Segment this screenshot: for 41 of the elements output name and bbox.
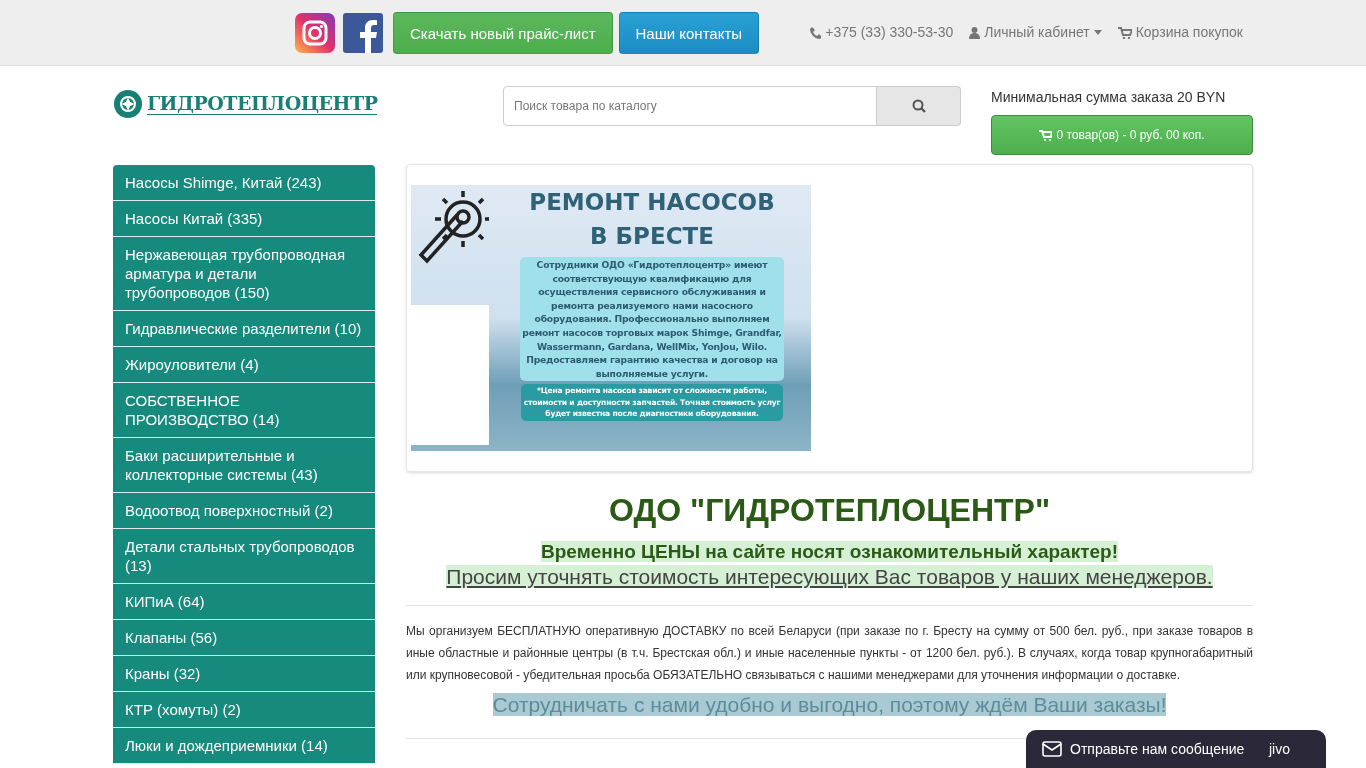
category-link[interactable]: Детали стальных трубопроводов (13): [113, 529, 375, 584]
category-link[interactable]: Краны (32): [113, 656, 375, 692]
category-link[interactable]: Баки расширительные и коллекторные системы (43): [113, 438, 375, 493]
facebook-icon[interactable]: [343, 12, 383, 53]
category-link[interactable]: Насосы Shimge, Китай (243): [113, 165, 375, 201]
category-link[interactable]: Жироуловители (4): [113, 347, 375, 383]
managers-link[interactable]: Просим уточнять стоимость интересующих Вас товаров у наших менеджеров.: [446, 565, 1213, 588]
search-icon: [911, 99, 926, 113]
category-link[interactable]: Гидравлические разделители (10): [113, 311, 375, 347]
category-link[interactable]: Насосы Китай (335): [113, 201, 375, 237]
phone-icon: [810, 26, 822, 39]
instagram-icon[interactable]: [295, 12, 335, 53]
caret-icon: [1093, 30, 1102, 35]
cart-icon: [1039, 129, 1053, 141]
price-list-button[interactable]: Скачать новый прайс-лист: [393, 11, 613, 54]
category-link[interactable]: Люки и дождеприемники (14): [113, 728, 375, 764]
contacts-button[interactable]: Наши контакты: [618, 11, 760, 54]
account-dropdown[interactable]: Личный кабинет: [969, 22, 1102, 43]
person-icon: [969, 26, 981, 39]
category-link[interactable]: КИПиА (64): [113, 584, 375, 620]
chat-button[interactable]: Отправьте нам сообщение jivo: [1026, 730, 1326, 768]
cart-link[interactable]: Корзина покупок: [1117, 22, 1243, 43]
category-link[interactable]: КТР (хомуты) (2): [113, 692, 375, 728]
phone-link[interactable]: +375 (33) 330-53-30: [810, 22, 954, 43]
delivery-text: Мы организуем БЕСПЛАТНУЮ оперативную ДОСТАВКУ по всей Беларуси (при заказе по г. Бресту на сумму от 500 бел. руб., при заказе товаров в иные областные и районные центры (в т.ч. Брестская обл.) и иные населенные пункты - от 1200 бел. руб.). В случаях, когда товар крупногабаритный или крупновесовой - убедительная просьба ОБЯЗАТЕЛЬНО связываться с нашими менеджерами для уточнения информации о доставке.: [406, 623, 1253, 684]
banner-title: РЕМОНТ НАСОСОВ: [529, 188, 775, 217]
category-link[interactable]: Нержавеющая трубопроводная арматура и детали трубопроводов (150): [113, 237, 375, 311]
category-link[interactable]: СОБСТВЕННОЕ ПРОИЗВОДСТВО (14): [113, 383, 375, 438]
envelope-icon: [1042, 741, 1062, 757]
category-link[interactable]: Клапаны (56): [113, 620, 375, 656]
min-order-text: Минимальная сумма заказа 20 BYN: [991, 88, 1227, 107]
price-notice: Временно ЦЕНЫ на сайте носят ознакомительный характер!: [541, 541, 1118, 562]
search-field[interactable]: Поиск товара по каталогу: [503, 86, 877, 126]
company-heading: ОДО "ГИДРОТЕПЛОЦЕНТР": [607, 491, 1052, 530]
cart-button[interactable]: 0 товар(ов) - 0 руб. 00 коп.: [991, 115, 1253, 155]
category-link[interactable]: Водоотвод поверхностный (2): [113, 493, 375, 529]
cart-icon: [1117, 26, 1132, 39]
banner-title: В БРЕСТЕ: [590, 222, 714, 251]
logo[interactable]: ГИДРОТЕПЛОЦЕНТР: [113, 84, 503, 124]
banner-text: Сотрудники ОДО «Гидротеплоцентр» имеют соответствующую квалификацию для осуществления сервисного обслуживания и ремонта реализуемого нами насосного оборудования. Профессионально выполняем ремонт насосов торговых марок Shimge, Grandfar, Wassermann, Gardana, WellMix, YonJou, Wilo. Предоставляем гарантию качества и договор на выполняемые услуги.: [520, 257, 784, 382]
slogan-text: Сотрудничать с нами удобно и выгодно, поэтому ждём Ваши заказы!: [492, 693, 1167, 716]
